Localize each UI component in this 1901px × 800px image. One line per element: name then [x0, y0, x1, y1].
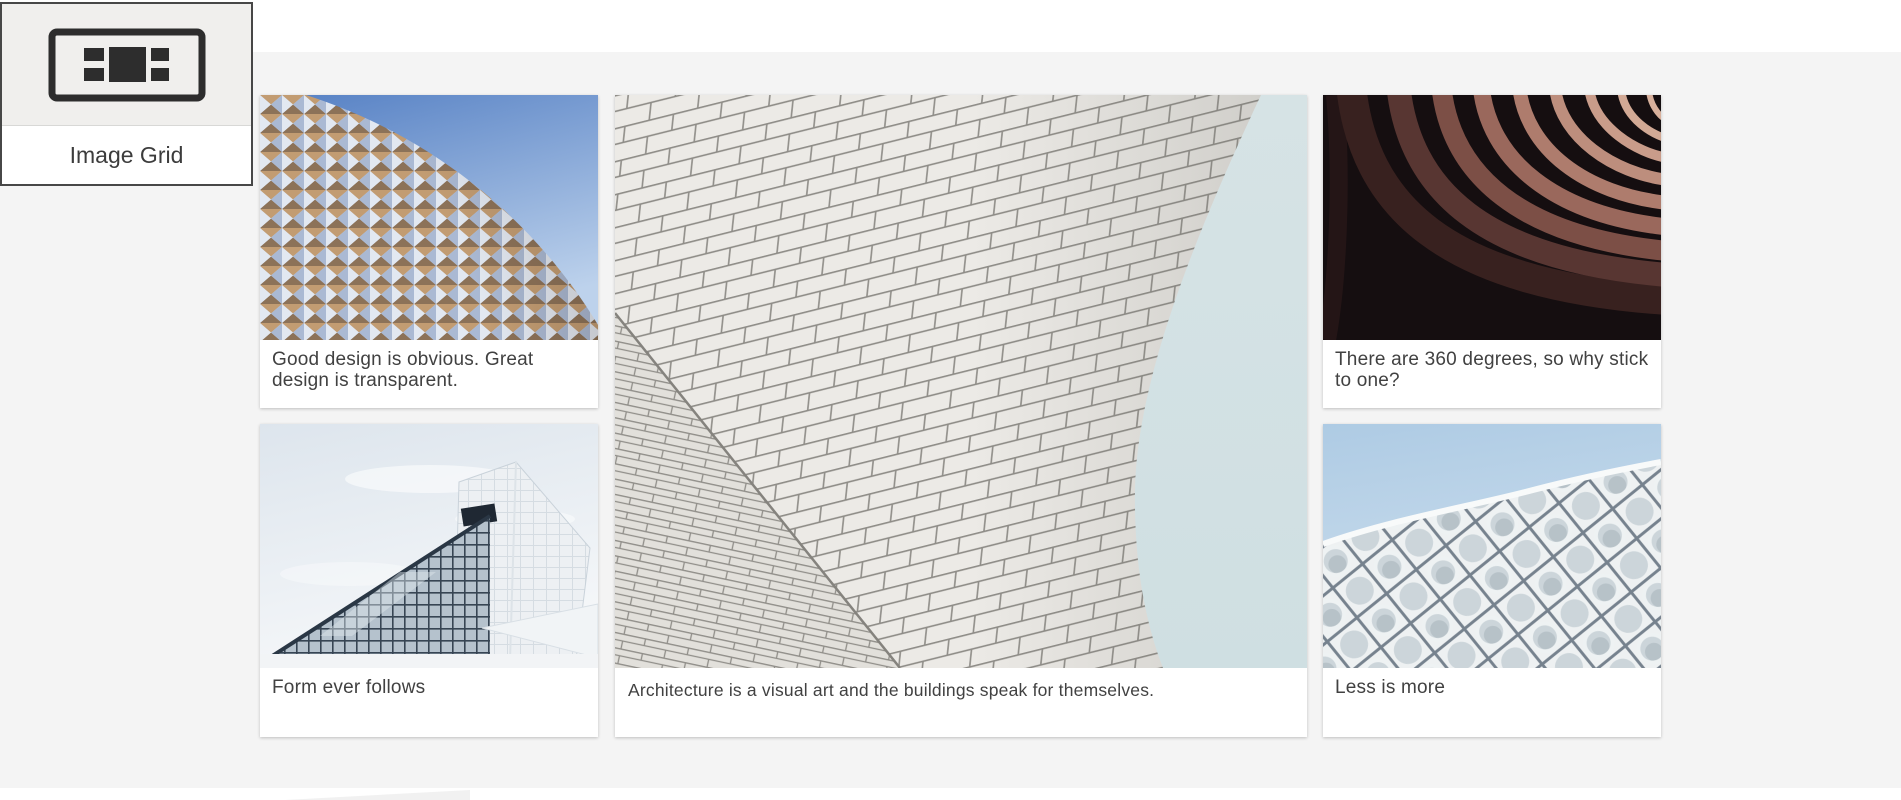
image-caption: Architecture is a visual art and the bui… — [615, 668, 1307, 737]
image-caption: Form ever follows — [260, 668, 598, 737]
geodesic-dome-photo — [260, 95, 598, 340]
image-grid-icon — [48, 28, 206, 102]
next-section-image-sliver — [285, 790, 470, 800]
perforated-dome-photo — [1323, 424, 1661, 668]
image-caption: Less is more — [1323, 668, 1661, 737]
angular-building-photo — [260, 424, 598, 668]
curved-ribbons-photo — [1323, 95, 1661, 340]
widget-tile-image-grid[interactable]: Image Grid — [0, 2, 253, 186]
image-caption: There are 360 degrees, so why stick to o… — [1323, 340, 1661, 408]
image-caption: Good design is obvious. Great design is … — [260, 340, 598, 408]
next-section-edge — [0, 788, 1901, 800]
widget-icon-area — [2, 4, 251, 126]
widget-title: Image Grid — [2, 126, 251, 184]
image-card[interactable]: Less is more — [1323, 424, 1661, 737]
image-card[interactable]: Good design is obvious. Great design is … — [260, 95, 598, 408]
image-card[interactable]: Form ever follows — [260, 424, 598, 737]
image-card[interactable]: There are 360 degrees, so why stick to o… — [1323, 95, 1661, 408]
image-card[interactable]: Architecture is a visual art and the bui… — [615, 95, 1307, 737]
tiled-facade-photo — [615, 95, 1307, 668]
